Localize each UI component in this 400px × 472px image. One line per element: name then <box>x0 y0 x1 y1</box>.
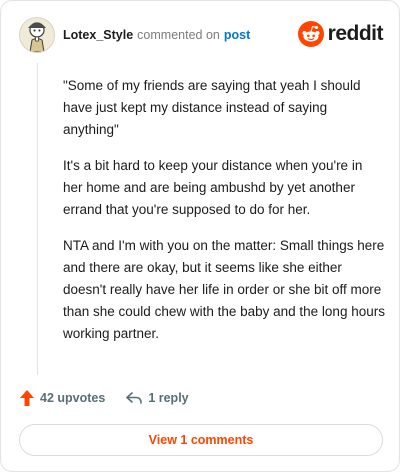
upvote-count: 42 upvotes <box>40 391 106 405</box>
reddit-wordmark: reddit <box>327 22 384 45</box>
avatar[interactable] <box>19 17 55 53</box>
upvote-button[interactable]: 42 upvotes <box>19 389 105 407</box>
reply-arrow-icon <box>126 392 143 404</box>
comment-meta: Lotex_Style commented on post <box>63 28 250 42</box>
reply-count: 1 reply <box>148 391 189 405</box>
upvote-arrow-icon <box>20 390 34 406</box>
reply-button[interactable]: 1 reply <box>125 391 189 405</box>
comment-paragraph: "Some of my friends are saying that yeah… <box>63 78 361 137</box>
comment-paragraph: NTA and I'm with you on the matter: Smal… <box>63 238 385 341</box>
reddit-logo-icon <box>297 21 324 47</box>
reddit-brand[interactable]: reddit <box>297 21 384 47</box>
comment-actions: 42 upvotes 1 reply <box>19 389 189 407</box>
comment-header: Lotex_Style commented on post reddit <box>19 15 384 55</box>
username-link[interactable]: Lotex_Style <box>63 28 133 42</box>
comment-card: Lotex_Style commented on post reddit "So… <box>0 0 400 472</box>
post-link[interactable]: post <box>224 28 250 42</box>
view-comments-button[interactable]: View 1 comments <box>19 424 383 456</box>
comment-body: "Some of my friends are saying that yeah… <box>63 75 385 359</box>
comment-paragraph: It's a bit hard to keep your distance wh… <box>63 158 363 217</box>
thread-line[interactable] <box>37 63 38 375</box>
avatar-figure-icon <box>20 18 54 52</box>
action-text: commented on <box>137 28 220 42</box>
